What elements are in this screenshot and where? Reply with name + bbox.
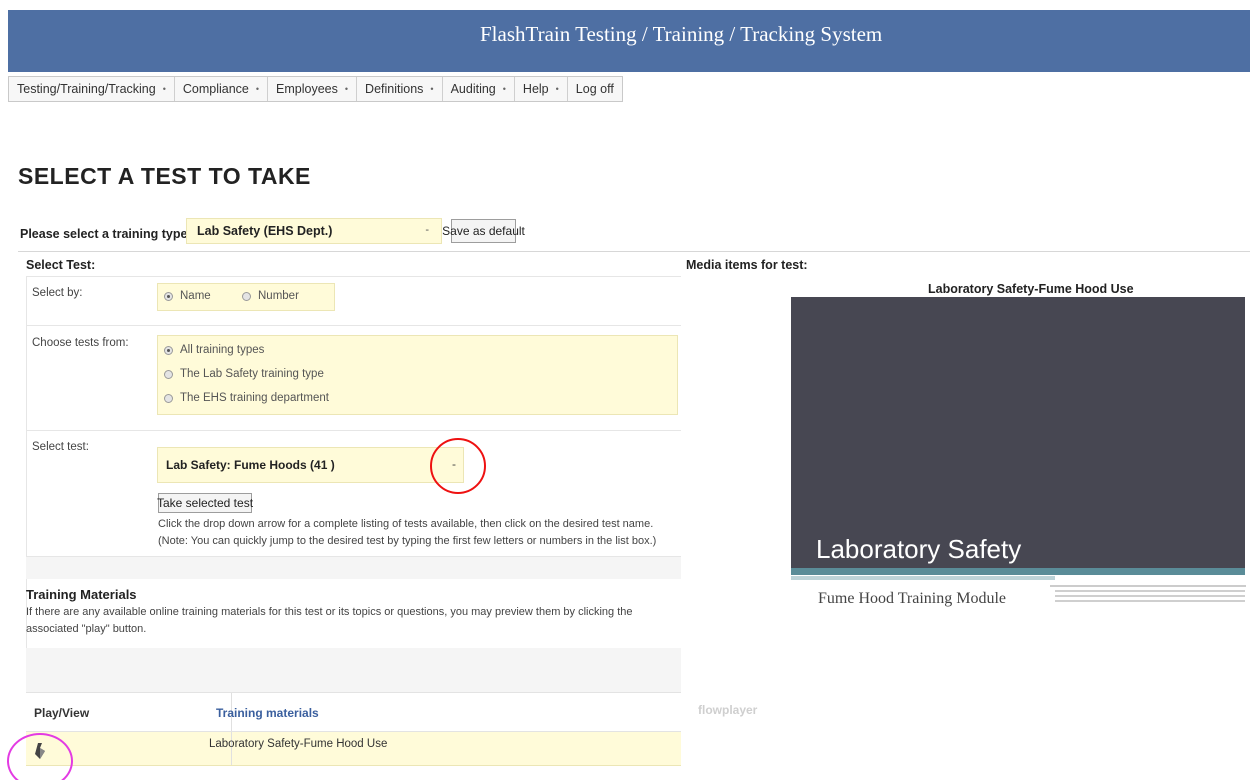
annotation-pink-circle: [7, 733, 73, 780]
menu-auditing[interactable]: Auditing •: [443, 77, 515, 101]
training-materials-heading: Training Materials: [26, 587, 137, 602]
help-text-line2: (Note: You can quickly jump to the desir…: [158, 535, 657, 547]
menu-label: Employees: [276, 82, 338, 96]
select-test-dropdown[interactable]: Lab Safety: Fume Hoods (41 ) -: [157, 447, 464, 483]
training-type-value: Lab Safety (EHS Dept.): [197, 224, 333, 238]
divider: [26, 430, 681, 431]
divider: [26, 325, 681, 326]
radio-select-by-number[interactable]: Number: [242, 290, 299, 302]
take-selected-test-button[interactable]: Take selected test: [157, 493, 253, 513]
training-type-label: Please select a training type:: [20, 227, 192, 241]
annotation-red-circle: [430, 438, 486, 494]
menu-label: Log off: [575, 82, 614, 96]
page-title: SELECT A TEST TO TAKE: [18, 163, 311, 189]
main-menu: Testing/Training/Tracking • Compliance •…: [8, 76, 623, 102]
col-play-view: Play/View: [34, 706, 90, 720]
menu-definitions[interactable]: Definitions •: [357, 77, 443, 101]
menu-compliance[interactable]: Compliance •: [175, 77, 269, 101]
save-as-default-button[interactable]: Save as default: [442, 219, 525, 243]
radio-checked-icon: [164, 345, 173, 355]
section-spacer: [26, 557, 681, 579]
radio-unchecked-icon: [164, 393, 173, 403]
slide-decor-lines: [1055, 590, 1245, 604]
slide-decor-line: [1050, 585, 1246, 587]
select-test-value: Lab Safety: Fume Hoods (41 ): [166, 458, 335, 472]
app-title: FlashTrain Testing / Training / Tracking…: [480, 22, 883, 46]
menu-log-off[interactable]: Log off: [568, 77, 622, 101]
radio-label: Name: [180, 290, 211, 302]
select-by-label: Select by:: [32, 287, 83, 299]
media-slide-preview[interactable]: Laboratory Safety: [791, 297, 1245, 575]
training-materials-table-header: Play/View Training materials: [26, 692, 681, 732]
section-spacer: [26, 648, 681, 692]
menu-testing-training-tracking[interactable]: Testing/Training/Tracking •: [9, 77, 175, 101]
select-test-label: Select test:: [32, 441, 89, 453]
training-type-select[interactable]: Lab Safety (EHS Dept.) -: [186, 218, 442, 244]
flowplayer-logo: flowplayer: [698, 703, 758, 717]
chevron-down-icon: •: [162, 84, 166, 94]
slide-decor-bar: [791, 576, 1055, 580]
slide-subtitle: Fume Hood Training Module: [818, 590, 1007, 607]
menu-label: Auditing: [450, 82, 496, 96]
table-row: Laboratory Safety-Fume Hood Use: [26, 732, 681, 766]
media-item-title: Laboratory Safety-Fume Hood Use: [928, 282, 1134, 296]
menu-label: Definitions: [365, 82, 424, 96]
divider: [26, 276, 681, 277]
app-header: FlashTrain Testing / Training / Tracking…: [8, 10, 1250, 72]
radio-checked-icon: [164, 291, 173, 301]
radio-all-training-types[interactable]: All training types: [164, 344, 264, 356]
menu-label: Help: [522, 82, 549, 96]
dropdown-arrow-icon: -: [425, 224, 429, 236]
radio-label: Number: [258, 290, 299, 302]
material-name: Laboratory Safety-Fume Hood Use: [209, 738, 388, 750]
select-test-heading: Select Test:: [26, 258, 96, 272]
col-training-materials[interactable]: Training materials: [216, 706, 319, 720]
chevron-down-icon: •: [430, 84, 434, 94]
choose-from-label: Choose tests from:: [32, 337, 129, 349]
chevron-down-icon: •: [255, 84, 260, 94]
radio-label: All training types: [180, 344, 265, 356]
menu-label: Compliance: [182, 82, 249, 96]
menu-label: Testing/Training/Tracking: [17, 82, 156, 96]
radio-ehs-department[interactable]: The EHS training department: [164, 392, 329, 404]
training-materials-description: If there are any available online traini…: [26, 606, 633, 635]
divider: [18, 251, 1250, 252]
radio-unchecked-icon: [242, 291, 251, 301]
radio-label: The Lab Safety training type: [180, 368, 324, 380]
media-items-heading: Media items for test:: [686, 258, 808, 272]
slide-heading: Laboratory Safety: [816, 534, 1022, 564]
chevron-down-icon: •: [555, 84, 559, 94]
menu-employees[interactable]: Employees •: [268, 77, 358, 101]
menu-help[interactable]: Help •: [515, 77, 568, 101]
radio-unchecked-icon: [164, 369, 173, 379]
radio-lab-safety-type[interactable]: The Lab Safety training type: [164, 368, 324, 380]
chevron-down-icon: •: [502, 84, 506, 94]
help-text-line1: Click the drop down arrow for a complete…: [158, 518, 654, 530]
radio-select-by-name[interactable]: Name: [164, 290, 211, 302]
radio-label: The EHS training department: [180, 392, 329, 404]
chevron-down-icon: •: [344, 84, 349, 94]
slide-accent-bar: [791, 568, 1245, 575]
